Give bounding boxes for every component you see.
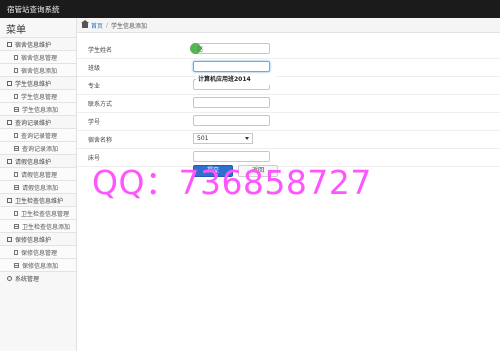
home-icon bbox=[81, 19, 89, 28]
menu-item-label: 请假信息管理 bbox=[21, 171, 58, 179]
menu-item-label: 宿舍信息管理 bbox=[21, 54, 58, 62]
menu-group-label: 查询记录维护 bbox=[15, 119, 52, 127]
class-input[interactable] bbox=[193, 61, 270, 72]
qq-watermark: QQ：736858727 bbox=[92, 163, 372, 202]
menu-group-label: 保修信息维护 bbox=[15, 236, 52, 244]
menu-item-student-add[interactable]: 学生信息添加 bbox=[0, 102, 76, 115]
file-icon bbox=[14, 171, 18, 177]
menu-group-query[interactable]: 查询记录维护 bbox=[0, 115, 76, 128]
menu-group-leave[interactable]: 请假信息维护 bbox=[0, 154, 76, 167]
class-label: 班级 bbox=[88, 65, 101, 72]
file-icon bbox=[14, 132, 18, 138]
breadcrumb: 首页 / 学生信息添加 bbox=[77, 18, 500, 33]
menu-group-repair[interactable]: 保修信息维护 bbox=[0, 232, 76, 245]
menu-group-label: 系统管理 bbox=[15, 275, 40, 283]
room-select-value: 501 bbox=[197, 135, 209, 142]
list-icon bbox=[14, 262, 19, 268]
list-icon bbox=[14, 184, 19, 190]
file-icon bbox=[14, 210, 18, 216]
menu-group-label: 请假信息维护 bbox=[15, 158, 52, 166]
menu-item-hygiene-add[interactable]: 卫生检查信息添加 bbox=[0, 219, 76, 232]
menu-item-label: 卫生检查信息添加 bbox=[22, 223, 71, 231]
folder-icon bbox=[7, 158, 12, 164]
breadcrumb-home-link[interactable]: 首页 bbox=[91, 21, 103, 30]
menu-item-repair-manage[interactable]: 保修信息管理 bbox=[0, 245, 76, 258]
gear-icon bbox=[7, 275, 12, 281]
list-icon bbox=[14, 223, 19, 229]
room-label: 宿舍名称 bbox=[88, 137, 113, 144]
file-icon bbox=[14, 67, 18, 73]
list-icon bbox=[14, 145, 19, 151]
autocomplete-suggestion[interactable]: 计算机应用班2014 bbox=[196, 75, 276, 85]
menu-item-label: 请假信息添加 bbox=[22, 184, 59, 192]
menu-item-query-manage[interactable]: 查询记录管理 bbox=[0, 128, 76, 141]
menu-item-repair-add[interactable]: 保修信息添加 bbox=[0, 258, 76, 271]
menu-group-dorm[interactable]: 宿舍信息维护 bbox=[0, 37, 76, 50]
menu-item-label: 卫生检查信息管理 bbox=[21, 210, 70, 218]
menu-group-label: 学生信息维护 bbox=[15, 80, 52, 88]
name-label: 学生姓名 bbox=[88, 47, 113, 54]
menu-group-label: 卫生检查信息维护 bbox=[15, 197, 64, 205]
form-row-class: 班级 bbox=[77, 59, 500, 77]
menu-item-dorm-manage[interactable]: 宿舍信息管理 bbox=[0, 50, 76, 63]
student-id-label: 学号 bbox=[88, 119, 101, 126]
menu-item-label: 查询记录添加 bbox=[22, 145, 59, 153]
caret-down-icon bbox=[245, 137, 249, 140]
contact-input[interactable] bbox=[193, 97, 270, 108]
contact-label: 联系方式 bbox=[88, 101, 113, 108]
form-row-student-id: 学号 bbox=[77, 113, 500, 131]
menu-group-label: 宿舍信息维护 bbox=[15, 41, 52, 49]
sidebar: 菜单 宿舍信息维护 宿舍信息管理 宿舍信息添加 学生信息维护 学生信息管理 学生… bbox=[0, 18, 77, 351]
menu-item-label: 学生信息添加 bbox=[22, 106, 59, 114]
menu-item-label: 学生信息管理 bbox=[21, 93, 58, 101]
form-row-major: 专业 bbox=[77, 77, 500, 95]
file-icon bbox=[14, 249, 18, 255]
menu-item-leave-manage[interactable]: 请假信息管理 bbox=[0, 167, 76, 180]
menu-item-student-manage[interactable]: 学生信息管理 bbox=[0, 89, 76, 102]
breadcrumb-current: 学生信息添加 bbox=[111, 22, 148, 30]
menu-item-label: 宿舍信息添加 bbox=[21, 67, 58, 75]
folder-icon bbox=[7, 41, 12, 47]
cursor-highlight bbox=[190, 43, 201, 54]
student-id-input[interactable] bbox=[193, 115, 270, 126]
room-select[interactable]: 501 bbox=[193, 133, 253, 144]
file-icon bbox=[14, 93, 18, 99]
app-title: 宿管站查询系统 bbox=[7, 5, 60, 14]
menu-list: 宿舍信息维护 宿舍信息管理 宿舍信息添加 学生信息维护 学生信息管理 学生信息添… bbox=[0, 37, 76, 284]
menu-item-dorm-add[interactable]: 宿舍信息添加 bbox=[0, 63, 76, 76]
form-row-room: 宿舍名称 501 bbox=[77, 131, 500, 149]
folder-icon bbox=[7, 197, 12, 203]
menu-group-system[interactable]: 系统管理 bbox=[0, 271, 76, 284]
menu-item-hygiene-manage[interactable]: 卫生检查信息管理 bbox=[0, 206, 76, 219]
form-row-contact: 联系方式 bbox=[77, 95, 500, 113]
folder-icon bbox=[7, 119, 12, 125]
folder-icon bbox=[7, 80, 12, 86]
menu-item-label: 查询记录管理 bbox=[21, 132, 58, 140]
menu-title: 菜单 bbox=[6, 25, 26, 36]
student-name-input[interactable] bbox=[193, 43, 270, 54]
major-label: 专业 bbox=[88, 83, 101, 90]
form-row-name: 学生姓名 bbox=[77, 41, 500, 59]
breadcrumb-separator: / bbox=[106, 21, 109, 29]
menu-item-leave-add[interactable]: 请假信息添加 bbox=[0, 180, 76, 193]
menu-item-query-add[interactable]: 查询记录添加 bbox=[0, 141, 76, 154]
folder-icon bbox=[7, 236, 12, 242]
menu-group-student[interactable]: 学生信息维护 bbox=[0, 76, 76, 89]
list-icon bbox=[14, 106, 19, 112]
file-icon bbox=[14, 54, 18, 60]
menu-item-label: 保修信息管理 bbox=[21, 249, 58, 257]
menu-group-hygiene[interactable]: 卫生检查信息维护 bbox=[0, 193, 76, 206]
top-bar: 宿管站查询系统 bbox=[0, 0, 500, 18]
menu-item-label: 保修信息添加 bbox=[22, 262, 59, 270]
